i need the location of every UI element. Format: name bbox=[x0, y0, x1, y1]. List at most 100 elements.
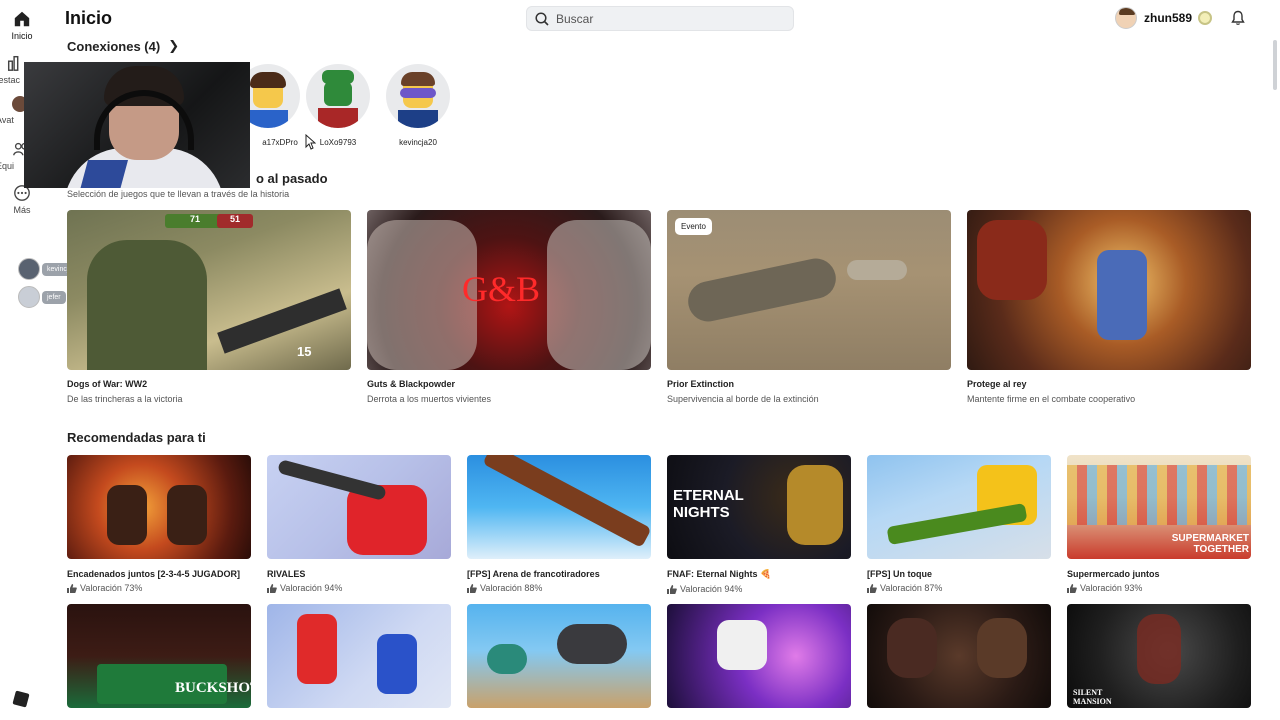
game-name: Dogs of War: WW2 bbox=[67, 379, 148, 389]
bell-icon[interactable] bbox=[1230, 10, 1246, 26]
thumbs-up-icon bbox=[667, 584, 677, 594]
character-shape bbox=[107, 485, 147, 545]
game-card[interactable]: [FPS] Arena de francotiradores Valoració… bbox=[467, 455, 651, 593]
face-left-shape bbox=[367, 220, 477, 370]
game-name: Protege al rey bbox=[967, 379, 1027, 389]
game-card[interactable]: SUPERMARKET TOGETHER Supermercado juntos… bbox=[1067, 455, 1251, 593]
game-thumbnail bbox=[867, 604, 1051, 708]
game-name: Prior Extinction bbox=[667, 379, 735, 389]
rail-item-home[interactable]: Inicio bbox=[0, 10, 44, 41]
rating-text: Valoración 93% bbox=[1080, 583, 1143, 593]
game-name: [FPS] Arena de francotiradores bbox=[467, 569, 600, 579]
game-card[interactable]: [FPS] Un toque Valoración 87% bbox=[867, 455, 1051, 593]
friend-avatar bbox=[386, 64, 450, 128]
rail-item-label: Inicio bbox=[11, 31, 33, 41]
game-name: RIVALES bbox=[267, 569, 306, 579]
game-thumbnail bbox=[467, 455, 651, 559]
rail-item-label: Destac bbox=[0, 75, 21, 85]
hud-score-b: 51 bbox=[217, 214, 253, 228]
dino-small-shape bbox=[847, 260, 907, 280]
sniper-rifle-shape bbox=[482, 455, 651, 548]
friend-name: kevincja20 bbox=[399, 138, 437, 147]
hud-score-a: 71 bbox=[165, 214, 225, 228]
friend-name: jefer bbox=[42, 290, 66, 304]
game-card[interactable]: ETERNAL NIGHTS FNAF: Eternal Nights 🍕 Va… bbox=[667, 455, 851, 594]
game-card[interactable] bbox=[467, 604, 651, 708]
game-thumbnail: G&B bbox=[367, 210, 651, 370]
rail-item-label: Avat bbox=[0, 115, 14, 125]
search-input[interactable]: Buscar bbox=[526, 6, 794, 31]
rating-text: Valoración 73% bbox=[80, 583, 143, 593]
rating-text: Valoración 87% bbox=[880, 583, 943, 593]
home-icon bbox=[14, 11, 30, 27]
game-rating: Valoración 88% bbox=[467, 583, 651, 593]
animatronic-shape bbox=[977, 618, 1027, 678]
connections-title: Conexiones (4) bbox=[67, 38, 161, 54]
game-card[interactable]: RIVALES Valoración 94% bbox=[267, 455, 451, 593]
game-logo-text: SUPERMARKET TOGETHER bbox=[1171, 533, 1249, 555]
thumbs-up-icon bbox=[1067, 583, 1077, 593]
game-rating: Valoración 94% bbox=[667, 584, 851, 594]
charts-icon bbox=[7, 55, 19, 71]
game-logo-text: BUCKSHOT bbox=[175, 680, 251, 696]
username: zhun589 bbox=[1144, 11, 1193, 25]
game-thumbnail: BUCKSHOT bbox=[67, 604, 251, 708]
section-title-recommended[interactable]: Recomendadas para ti bbox=[67, 430, 206, 445]
game-card[interactable] bbox=[667, 604, 851, 708]
game-thumbnail bbox=[267, 604, 451, 708]
game-card[interactable]: Encadenados juntos [2-3-4-5 JUGADOR] Val… bbox=[67, 455, 251, 593]
ghost-shape bbox=[1137, 614, 1181, 684]
game-thumbnail bbox=[467, 604, 651, 708]
roblox-logo-icon[interactable] bbox=[12, 690, 30, 708]
avatar-hat bbox=[322, 70, 354, 84]
shelves-shape bbox=[1067, 465, 1251, 525]
game-description: De las trincheras a la victoria bbox=[67, 394, 183, 404]
webcam-stripe bbox=[79, 160, 129, 188]
game-thumbnail: Evento bbox=[667, 210, 951, 370]
friend-avatar bbox=[306, 64, 370, 128]
game-card[interactable]: Protege al rey Mantente firme en el comb… bbox=[967, 210, 1251, 404]
rail-item-more[interactable]: Más bbox=[0, 184, 44, 215]
page-title: Inicio bbox=[65, 8, 113, 28]
hud-ammo: 15 bbox=[297, 344, 312, 359]
section-title-history[interactable]: o al pasado bbox=[256, 171, 328, 186]
chevron-right-icon: ❯ bbox=[168, 38, 180, 53]
game-thumbnail bbox=[667, 604, 851, 708]
rifle-shape bbox=[886, 502, 1028, 546]
game-name: Guts & Blackpowder bbox=[367, 379, 456, 389]
game-thumbnail bbox=[267, 455, 451, 559]
game-card[interactable]: Evento Prior Extinction Supervivencia al… bbox=[667, 210, 951, 404]
user-profile[interactable]: zhun589 bbox=[1115, 7, 1192, 29]
game-card[interactable] bbox=[267, 604, 451, 708]
rifle-shape bbox=[217, 288, 347, 354]
friend-avatar bbox=[18, 286, 40, 308]
game-card[interactable]: G&B Guts & Blackpowder Derrota a los mue… bbox=[367, 210, 651, 404]
avatar-body bbox=[248, 110, 288, 128]
game-card[interactable]: 71 51 15 Dogs of War: WW2 De las trinche… bbox=[67, 210, 351, 404]
connections-heading[interactable]: Conexiones (4) ❯ bbox=[67, 38, 179, 54]
robux-icon[interactable] bbox=[1198, 11, 1212, 25]
dino-shape bbox=[684, 254, 840, 326]
game-card[interactable]: SILENT MANSION bbox=[1067, 604, 1251, 708]
avatar-hair bbox=[250, 72, 286, 88]
game-card[interactable] bbox=[867, 604, 1051, 708]
mouse-cursor-icon bbox=[305, 134, 316, 150]
rating-text: Valoración 94% bbox=[280, 583, 343, 593]
game-rating: Valoración 87% bbox=[867, 583, 1051, 593]
avatar-body bbox=[398, 110, 438, 128]
game-card[interactable]: BUCKSHOT bbox=[67, 604, 251, 708]
avatar-head-shape bbox=[717, 620, 767, 670]
search-placeholder: Buscar bbox=[556, 11, 594, 26]
game-name: Supermercado juntos bbox=[1067, 569, 1160, 579]
scrollbar[interactable] bbox=[1273, 40, 1277, 90]
game-thumbnail: 71 51 15 bbox=[67, 210, 351, 370]
avatar-glasses bbox=[400, 88, 436, 98]
game-description: Mantente firme en el combate cooperativo bbox=[967, 394, 1136, 404]
thumbs-up-icon bbox=[467, 583, 477, 593]
webcam-overlay bbox=[24, 62, 250, 188]
connection-friend[interactable]: kevincja20 bbox=[378, 64, 458, 147]
creature-shape bbox=[557, 624, 627, 664]
rail-item-label: Más bbox=[13, 205, 31, 215]
soldier-shape bbox=[87, 240, 207, 370]
chair-shape bbox=[347, 485, 427, 555]
